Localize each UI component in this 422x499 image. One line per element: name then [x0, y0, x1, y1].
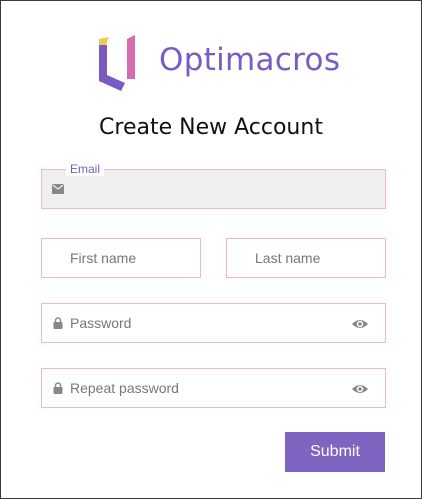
password-field[interactable]: Password: [41, 303, 386, 343]
optimacros-logo-icon: [97, 29, 145, 91]
lock-icon: [52, 317, 64, 329]
last-name-placeholder: Last name: [255, 250, 321, 266]
email-field[interactable]: Email: [41, 162, 386, 209]
repeat-password-field[interactable]: Repeat password: [41, 368, 386, 408]
eye-icon[interactable]: [351, 382, 369, 394]
brand-name: Optimacros: [159, 42, 341, 78]
password-placeholder: Password: [70, 315, 132, 331]
brand-logo: Optimacros: [97, 27, 340, 93]
page-title: Create New Account: [99, 115, 323, 140]
first-name-placeholder: First name: [70, 250, 137, 266]
repeat-password-placeholder: Repeat password: [70, 380, 179, 396]
signup-page: Optimacros Create New Account Email Firs…: [0, 0, 422, 499]
submit-button[interactable]: Submit: [285, 432, 385, 472]
email-label: Email: [66, 162, 105, 176]
mail-icon: [52, 183, 64, 195]
lock-icon: [52, 382, 64, 394]
last-name-field[interactable]: Last name: [226, 238, 386, 278]
eye-icon[interactable]: [351, 317, 369, 329]
first-name-field[interactable]: First name: [41, 238, 201, 278]
